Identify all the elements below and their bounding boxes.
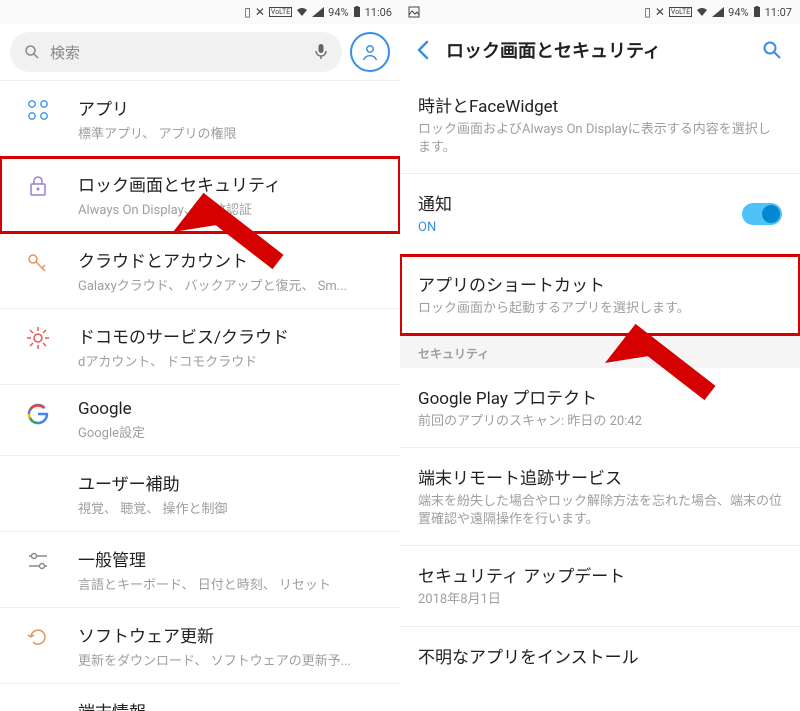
sim-icon: ▯	[644, 5, 651, 19]
settings-list: アプリ 標準アプリ、 アプリの権限 ロック画面とセキュリティ Always On…	[0, 81, 400, 711]
toggle-knob	[762, 205, 780, 223]
detail-title: Google Play プロテクト	[418, 384, 782, 409]
battery-pct: 94%	[728, 6, 748, 19]
setting-title: ドコモのサービス/クラウド	[78, 323, 384, 348]
setting-title: クラウドとアカウント	[78, 247, 384, 272]
mute-icon: ✕	[255, 5, 265, 19]
setting-item-google[interactable]: Google Google設定	[0, 385, 400, 456]
google-icon	[16, 399, 60, 427]
image-icon	[408, 6, 420, 18]
battery-icon	[753, 6, 761, 18]
signal-icon	[312, 7, 324, 17]
setting-item-deviceinfo[interactable]: 端末情報	[0, 684, 400, 711]
section-label-security: セキュリティ	[400, 335, 800, 368]
detail-title: 通知	[418, 190, 782, 215]
setting-title: ユーザー補助	[78, 470, 384, 495]
setting-item-apps[interactable]: アプリ 標準アプリ、 アプリの権限	[0, 81, 400, 157]
page-title: ロック画面とセキュリティ	[446, 37, 758, 63]
detail-item-app-shortcut[interactable]: アプリのショートカット ロック画面から起動するアプリを選択します。	[400, 255, 800, 335]
sliders-icon	[16, 546, 60, 574]
setting-item-accessibility[interactable]: ユーザー補助 視覚、 聴覚、 操作と制御	[0, 456, 400, 532]
detail-title: 不明なアプリをインストール	[418, 643, 782, 668]
setting-title: Google	[78, 399, 384, 419]
detail-sub: ロック画面から起動するアプリを選択します。	[418, 300, 782, 318]
subpage-header: ロック画面とセキュリティ	[400, 24, 800, 76]
setting-title: ロック画面とセキュリティ	[78, 171, 384, 196]
setting-sub: 視覚、 聴覚、 操作と制御	[78, 498, 384, 517]
detail-item-security-update[interactable]: セキュリティ アップデート 2018年8月1日	[400, 546, 800, 626]
detail-item-play-protect[interactable]: Google Play プロテクト 前回のアプリのスキャン: 昨日の 20:42	[400, 368, 800, 448]
detail-title: 端末リモート追跡サービス	[418, 464, 782, 489]
clock: 11:07	[765, 6, 792, 19]
lock-icon	[16, 171, 60, 199]
setting-sub: Always On Display、 指紋認証	[78, 199, 384, 218]
detail-item-clock-facewidget[interactable]: 時計とFaceWidget ロック画面およびAlways On Displayに…	[400, 76, 800, 174]
notifications-toggle[interactable]	[742, 203, 782, 225]
settings-screen-left: ▯ ✕ VoLTE 94% 11:06 検索	[0, 0, 400, 711]
setting-sub: dアカウント、 ドコモクラウド	[78, 351, 384, 370]
mic-icon[interactable]	[314, 43, 328, 61]
detail-title: 時計とFaceWidget	[418, 92, 782, 117]
wifi-icon	[696, 7, 708, 17]
battery-icon	[353, 6, 361, 18]
signal-icon	[712, 7, 724, 17]
search-button[interactable]	[758, 36, 786, 64]
search-input[interactable]: 検索	[10, 32, 342, 72]
volte-icon: VoLTE	[669, 7, 692, 17]
detail-sub: ON	[418, 219, 782, 237]
setting-item-cloud[interactable]: クラウドとアカウント Galaxyクラウド、 バックアップと復元、 Sm...	[0, 233, 400, 309]
setting-sub: Google設定	[78, 422, 384, 441]
search-placeholder: 検索	[50, 42, 304, 63]
wifi-icon	[296, 7, 308, 17]
clock: 11:06	[365, 6, 392, 19]
detail-sub: ロック画面およびAlways On Displayに表示する内容を選択します。	[418, 121, 782, 157]
battery-pct: 94%	[328, 6, 348, 19]
setting-sub: 更新をダウンロード、 ソフトウェアの更新予...	[78, 650, 384, 669]
key-icon	[16, 247, 60, 275]
detail-sub: 端末を紛失した場合やロック解除方法を忘れた場合、端末の位置確認や遠隔操作を行いま…	[418, 493, 782, 529]
detail-item-unknown-apps[interactable]: 不明なアプリをインストール	[400, 627, 800, 688]
search-icon	[24, 44, 40, 60]
setting-sub: Galaxyクラウド、 バックアップと復元、 Sm...	[78, 275, 384, 294]
setting-sub: 標準アプリ、 アプリの権限	[78, 123, 384, 142]
setting-item-general[interactable]: 一般管理 言語とキーボード、 日付と時刻、 リセット	[0, 532, 400, 608]
detail-title: セキュリティ アップデート	[418, 562, 782, 587]
detail-item-remote-tracking[interactable]: 端末リモート追跡サービス 端末を紛失した場合やロック解除方法を忘れた場合、端末の…	[400, 448, 800, 546]
profile-button[interactable]	[350, 32, 390, 72]
gear-icon	[16, 323, 60, 351]
status-bar: ▯ ✕ VoLTE 94% 11:07	[400, 0, 800, 24]
back-button[interactable]	[408, 36, 438, 64]
setting-sub: 言語とキーボード、 日付と時刻、 リセット	[78, 574, 384, 593]
setting-title: 端末情報	[78, 698, 384, 711]
setting-item-lockscreen[interactable]: ロック画面とセキュリティ Always On Display、 指紋認証	[0, 157, 400, 233]
sim-icon: ▯	[244, 5, 251, 19]
setting-title: ソフトウェア更新	[78, 622, 384, 647]
volte-icon: VoLTE	[269, 7, 292, 17]
detail-sub: 2018年8月1日	[418, 591, 782, 609]
setting-title: 一般管理	[78, 546, 384, 571]
lockscreen-security-screen: ▯ ✕ VoLTE 94% 11:07 ロック画面とセキュリティ 時計とFace…	[400, 0, 800, 711]
refresh-icon	[16, 622, 60, 650]
detail-item-notifications[interactable]: 通知 ON	[400, 174, 800, 254]
detail-sub: 前回のアプリのスキャン: 昨日の 20:42	[418, 413, 782, 431]
status-bar: ▯ ✕ VoLTE 94% 11:06	[0, 0, 400, 24]
setting-item-docomo[interactable]: ドコモのサービス/クラウド dアカウント、 ドコモクラウド	[0, 309, 400, 385]
setting-title: アプリ	[78, 95, 384, 120]
mute-icon: ✕	[655, 5, 665, 19]
setting-item-update[interactable]: ソフトウェア更新 更新をダウンロード、 ソフトウェアの更新予...	[0, 608, 400, 684]
apps-icon	[16, 95, 60, 123]
detail-list: 時計とFaceWidget ロック画面およびAlways On Displayに…	[400, 76, 800, 711]
search-row: 検索	[0, 24, 400, 81]
detail-title: アプリのショートカット	[418, 271, 782, 296]
